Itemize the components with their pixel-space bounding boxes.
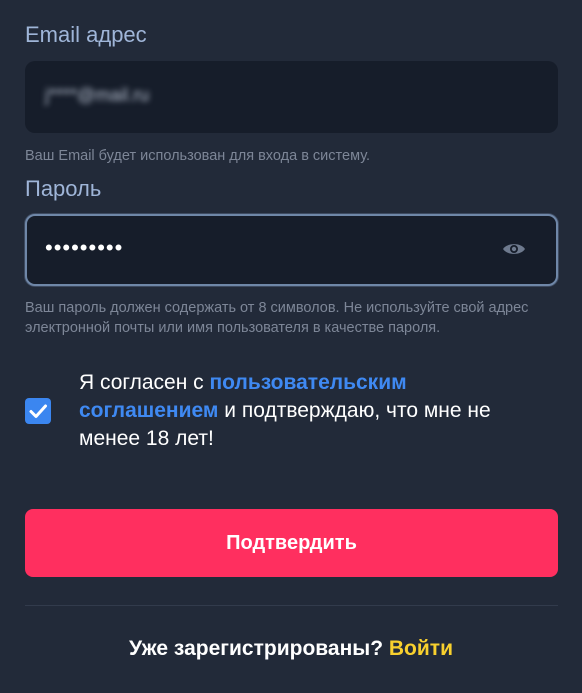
agree-checkbox[interactable] [25,398,51,424]
submit-button[interactable]: Подтвердить [25,509,558,577]
email-value: j****@mail.ru [45,85,150,105]
agreement-text: Я согласен с пользовательским соглашение… [79,369,549,453]
login-question: Уже зарегистрированы? [129,637,389,660]
password-value: ••••••••• [45,235,124,260]
divider [25,605,558,606]
eye-icon[interactable] [502,241,526,257]
login-link[interactable]: Войти [389,637,453,660]
email-field[interactable]: j****@mail.ru [25,61,558,133]
password-field[interactable]: ••••••••• [25,214,558,286]
agreement-text-before: Я согласен с [79,371,210,394]
email-hint: Ваш Email будет использован для входа в … [25,148,371,164]
checkmark-icon [29,404,47,418]
password-label: Пароль [25,176,102,201]
email-label: Email адрес [25,22,147,47]
password-hint: Ваш пароль должен содержать от 8 символо… [25,300,529,336]
login-prompt: Уже зарегистрированы? Войти [0,637,582,661]
